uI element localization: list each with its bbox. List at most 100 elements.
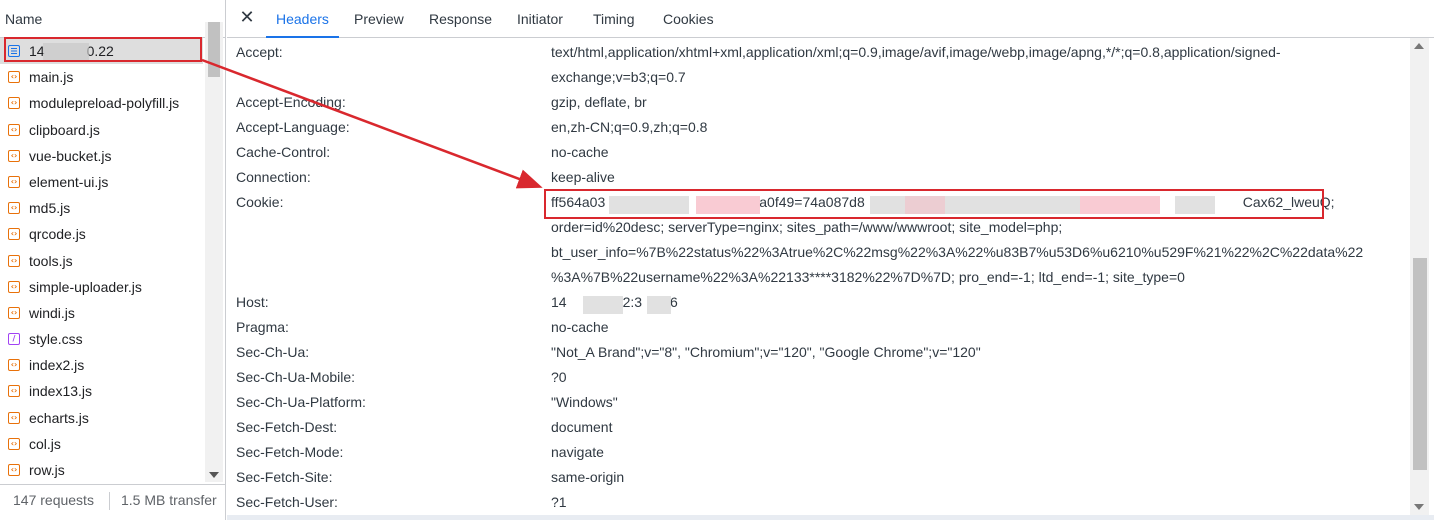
request-name: modulepreload-polyfill.js: [29, 95, 180, 112]
request-row[interactable]: ‹› vue-bucket.js: [0, 143, 203, 169]
request-name: main.js: [29, 69, 74, 86]
script-icon: ‹›: [8, 359, 20, 372]
header-name: Sec-Fetch-Dest:: [236, 419, 338, 435]
request-row[interactable]: / style.css: [0, 326, 203, 352]
request-name: style.css: [29, 331, 83, 348]
document-icon: [8, 45, 20, 57]
header-value-line: exchange;v=b3;q=0.7: [551, 69, 686, 85]
header-value: no-cache: [551, 140, 1391, 165]
header-value-line: no-cache: [551, 319, 609, 335]
tab-initiator[interactable]: Initiator: [507, 0, 573, 38]
script-icon: ‹›: [8, 97, 20, 110]
header-name: Sec-Fetch-Site:: [236, 469, 333, 485]
header-value: navigate: [551, 440, 1391, 465]
header-name: Pragma:: [236, 319, 289, 335]
script-icon: ‹›: [8, 71, 20, 84]
request-row[interactable]: ‹› tools.js: [0, 248, 203, 274]
request-row[interactable]: ‹› qrcode.js: [0, 221, 203, 247]
request-row[interactable]: ‹› simple-uploader.js: [0, 274, 203, 300]
redaction-blur: [43, 43, 89, 60]
request-name: qrcode.js: [29, 226, 86, 243]
scrollbar-thumb[interactable]: [208, 22, 220, 77]
close-icon[interactable]: ✕: [237, 8, 257, 28]
header-value-line: text/html,application/xhtml+xml,applicat…: [551, 44, 1281, 60]
request-details-panel: ✕ Headers Preview Response Initiator Tim…: [227, 0, 1434, 520]
script-icon: ‹›: [8, 280, 20, 293]
header-name: Accept:: [236, 44, 283, 60]
tab-timing[interactable]: Timing: [583, 0, 645, 38]
header-name: Accept-Language:: [236, 119, 350, 135]
scroll-down-arrow-icon[interactable]: [1414, 504, 1424, 510]
header-value-line: "Windows": [551, 394, 618, 410]
header-value: ?0: [551, 365, 1391, 390]
tab-headers[interactable]: Headers: [266, 0, 339, 38]
header-value-line: document: [551, 419, 613, 435]
header-value-line: navigate: [551, 444, 604, 460]
stylesheet-icon: /: [8, 333, 20, 346]
script-icon: ‹›: [8, 437, 20, 450]
header-name: Sec-Fetch-Mode:: [236, 444, 344, 460]
request-row[interactable]: ‹› element-ui.js: [0, 169, 203, 195]
tab-preview[interactable]: Preview: [344, 0, 414, 38]
request-name: tools.js: [29, 252, 73, 269]
header-name: Host:: [236, 294, 269, 310]
script-icon: ‹›: [8, 123, 20, 136]
script-icon: ‹›: [8, 385, 20, 398]
request-list-scrollbar[interactable]: [205, 22, 223, 482]
header-name: Accept-Encoding:: [236, 94, 346, 110]
header-value-line: %3A%7B%22username%22%3A%22133****3182%22…: [551, 269, 1185, 285]
request-name: index13.js: [29, 383, 93, 400]
script-icon: ‹›: [8, 254, 20, 267]
script-icon: ‹›: [8, 306, 20, 319]
details-tab-bar: ✕ Headers Preview Response Initiator Tim…: [227, 0, 1434, 38]
request-name: windi.js: [29, 304, 75, 321]
header-value: "Not_A Brand";v="8", "Chromium";v="120",…: [551, 340, 1391, 365]
request-name: vue-bucket.js: [29, 147, 112, 164]
bottom-edge: [227, 515, 1434, 520]
request-row[interactable]: ‹› md5.js: [0, 195, 203, 221]
request-name: element-ui.js: [29, 173, 109, 190]
script-icon: ‹›: [8, 228, 20, 241]
script-icon: ‹›: [8, 464, 20, 476]
status-divider: [109, 492, 110, 510]
header-value: "Windows": [551, 390, 1391, 415]
tab-response[interactable]: Response: [419, 0, 502, 38]
request-row[interactable]: ‹› row.js: [0, 457, 203, 483]
request-list: 14 0.22 ‹› main.js ‹› modulepreload-polyfill…: [0, 38, 203, 484]
request-row[interactable]: ‹› modulepreload-polyfill.js: [0, 90, 203, 116]
scroll-down-arrow-icon[interactable]: [209, 472, 219, 478]
name-column-label: Name: [5, 11, 43, 27]
request-row[interactable]: ‹› index2.js: [0, 352, 203, 378]
request-row[interactable]: ‹› echarts.js: [0, 405, 203, 431]
script-icon: ‹›: [8, 411, 20, 424]
script-icon: ‹›: [8, 175, 20, 188]
request-name: md5.js: [29, 200, 71, 217]
request-row[interactable]: ‹› main.js: [0, 64, 203, 90]
header-value-line: gzip, deflate, br: [551, 94, 647, 110]
name-column-header[interactable]: Name: [0, 0, 225, 38]
header-name: Sec-Ch-Ua-Mobile:: [236, 369, 356, 385]
header-value-line: en,zh-CN;q=0.9,zh;q=0.8: [551, 119, 708, 135]
request-row[interactable]: ‹› clipboard.js: [0, 117, 203, 143]
scroll-up-arrow-icon[interactable]: [1414, 43, 1424, 49]
tab-cookies[interactable]: Cookies: [653, 0, 724, 38]
header-value: ?1: [551, 490, 1391, 515]
request-row[interactable]: ‹› index13.js: [0, 378, 203, 404]
request-row[interactable]: ‹› col.js: [0, 431, 203, 457]
header-name: Cookie:: [236, 194, 284, 210]
scrollbar-thumb[interactable]: [1413, 258, 1427, 470]
header-value-line: order=id%20desc; serverType=nginx; sites…: [551, 219, 1063, 235]
request-name: echarts.js: [29, 409, 89, 426]
header-value-line: 14 2:3 6: [551, 294, 678, 310]
request-name: row.js: [29, 462, 65, 478]
header-value-line: ?1: [551, 494, 567, 510]
header-value: gzip, deflate, br: [551, 90, 1391, 115]
header-name: Sec-Fetch-User:: [236, 494, 338, 510]
request-row[interactable]: ‹› windi.js: [0, 300, 203, 326]
script-icon: ‹›: [8, 202, 20, 215]
request-count: 147 requests: [13, 492, 94, 508]
request-row[interactable]: 14 0.22: [0, 38, 203, 65]
header-value-line: keep-alive: [551, 169, 615, 185]
request-name: simple-uploader.js: [29, 278, 142, 295]
details-scrollbar[interactable]: [1410, 38, 1429, 515]
